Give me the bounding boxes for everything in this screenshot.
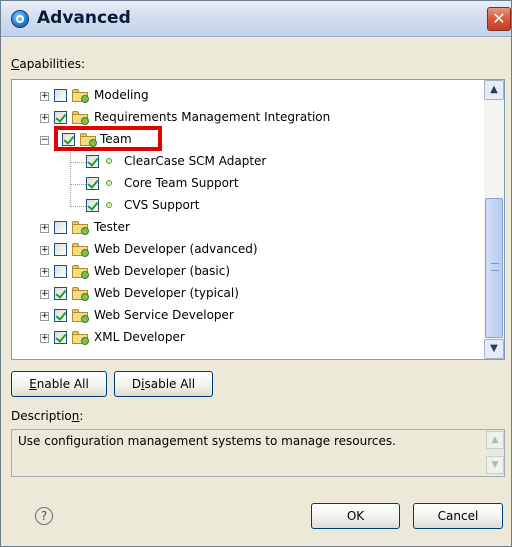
expand-icon[interactable]: + xyxy=(40,312,49,321)
description-text: Use configuration management systems to … xyxy=(18,434,396,448)
checkbox[interactable] xyxy=(54,287,67,300)
tree-item-web-service-dev[interactable]: + Web Service Developer xyxy=(12,306,482,328)
tree-item-requirements[interactable]: + Requirements Management Integration xyxy=(12,108,482,130)
scroll-down-button[interactable]: ▼ xyxy=(484,339,504,359)
tree-item-clearcase[interactable]: ClearCase SCM Adapter xyxy=(12,152,482,174)
capabilities-label-text: apabilities: xyxy=(19,57,86,71)
enable-label: nable All xyxy=(36,377,89,391)
window-title: Advanced xyxy=(37,8,131,28)
title-bar[interactable]: Advanced ✕ xyxy=(1,1,511,37)
capabilities-label: Capabilities: xyxy=(11,57,85,71)
folder-icon xyxy=(72,287,89,301)
scroll-up-button[interactable]: ▲ xyxy=(486,431,504,449)
checkbox[interactable] xyxy=(54,89,67,102)
scroll-down-button[interactable]: ▼ xyxy=(486,456,504,474)
folder-icon xyxy=(72,89,89,103)
tree-item-label: Web Developer (advanced) xyxy=(94,242,258,256)
tree-item-web-dev-basic[interactable]: + Web Developer (basic) xyxy=(12,262,482,284)
expand-icon[interactable]: + xyxy=(40,334,49,343)
enable-mnemonic: E xyxy=(29,377,37,391)
vertical-scrollbar[interactable]: ▲ ▼ xyxy=(484,80,504,359)
tree-item-label: Web Developer (basic) xyxy=(94,264,231,278)
tree-item-web-dev-typical[interactable]: + Web Developer (typical) xyxy=(12,284,482,306)
checkbox[interactable] xyxy=(54,265,67,278)
description-label-post: : xyxy=(79,409,84,423)
folder-icon xyxy=(80,133,97,147)
tree-item-label: Modeling xyxy=(94,88,149,102)
enable-all-button[interactable]: Enable All xyxy=(11,371,107,397)
capability-dot-icon xyxy=(106,202,112,208)
tree-item-label: Requirements Management Integration xyxy=(94,110,331,124)
disable-label-pre: D xyxy=(131,377,142,391)
scroll-thumb[interactable] xyxy=(485,198,503,338)
description-scrollbar[interactable]: ▲ ▼ xyxy=(486,431,504,475)
folder-icon xyxy=(72,221,89,235)
grip-icon xyxy=(491,263,499,271)
collapse-icon[interactable]: − xyxy=(40,136,49,145)
description-box[interactable]: Use configuration management systems to … xyxy=(11,429,505,477)
checkbox[interactable] xyxy=(54,331,67,344)
folder-icon xyxy=(72,243,89,257)
tree-item-core-team[interactable]: Core Team Support xyxy=(12,174,482,196)
disable-all-button[interactable]: Disable All xyxy=(114,371,213,397)
checkbox[interactable] xyxy=(54,111,67,124)
tree-item-label: Web Developer (typical) xyxy=(94,286,239,300)
folder-icon xyxy=(72,331,89,345)
expand-icon[interactable]: + xyxy=(40,246,49,255)
tree-item-tester[interactable]: + Tester xyxy=(12,218,482,240)
tree-item-label: Web Service Developer xyxy=(94,308,234,322)
folder-icon xyxy=(72,265,89,279)
tree-item-label: Core Team Support xyxy=(124,176,239,190)
close-button[interactable]: ✕ xyxy=(487,7,511,31)
checkbox[interactable] xyxy=(62,133,75,146)
expand-icon[interactable]: + xyxy=(40,92,49,101)
folder-icon xyxy=(72,111,89,125)
tree-item-label: CVS Support xyxy=(124,198,200,212)
expand-icon[interactable]: + xyxy=(40,114,49,123)
tree-item-label: Tester xyxy=(94,220,130,234)
checkbox[interactable] xyxy=(86,199,99,212)
help-icon[interactable]: ? xyxy=(35,507,53,525)
checkbox[interactable] xyxy=(86,155,99,168)
expand-icon[interactable]: + xyxy=(40,268,49,277)
checkbox[interactable] xyxy=(54,243,67,256)
tree-item-cvs[interactable]: CVS Support xyxy=(12,196,482,218)
capabilities-tree[interactable]: + Modeling + Requirements Management Int… xyxy=(11,79,505,360)
tree-item-label: XML Developer xyxy=(94,330,185,344)
tree-item-label: Team xyxy=(100,132,132,146)
checkbox[interactable] xyxy=(54,309,67,322)
checkbox[interactable] xyxy=(86,177,99,190)
tree-item-label: ClearCase SCM Adapter xyxy=(124,154,267,168)
eclipse-app-icon xyxy=(11,10,29,28)
tree-item-xml-dev[interactable]: + XML Developer xyxy=(12,328,482,350)
folder-icon xyxy=(72,309,89,323)
scroll-up-button[interactable]: ▲ xyxy=(484,80,504,100)
description-label-pre: Descriptio xyxy=(11,409,72,423)
ok-button[interactable]: OK xyxy=(311,503,400,529)
tree-item-team[interactable]: − Team xyxy=(12,130,482,152)
tree-item-modeling[interactable]: + Modeling xyxy=(12,86,482,108)
capability-dot-icon xyxy=(106,180,112,186)
advanced-dialog: Advanced ✕ Capabilities: + Modeling + Re… xyxy=(0,0,512,547)
checkbox[interactable] xyxy=(54,221,67,234)
expand-icon[interactable]: + xyxy=(40,290,49,299)
cancel-button[interactable]: Cancel xyxy=(413,503,503,529)
disable-label: sable All xyxy=(144,377,196,391)
tree-item-web-dev-advanced[interactable]: + Web Developer (advanced) xyxy=(12,240,482,262)
expand-icon[interactable]: + xyxy=(40,224,49,233)
capability-dot-icon xyxy=(106,158,112,164)
description-label: Description: xyxy=(11,409,83,423)
